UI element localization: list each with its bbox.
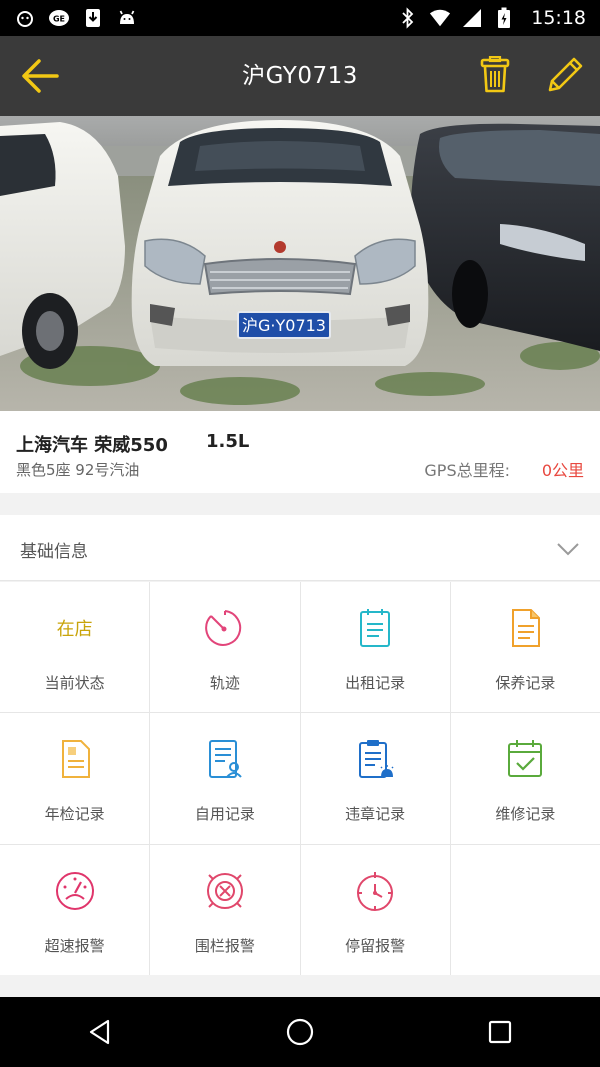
track-icon [201, 604, 249, 652]
user-list-icon [201, 735, 249, 783]
back-arrow-icon [22, 59, 59, 93]
wifi-icon [429, 7, 451, 29]
car-info: 上海汽车 荣威550 1.5L 黑色5座 92号汽油 GPS总里程: 0公里 [0, 411, 600, 493]
basic-info-header[interactable]: 基础信息 [0, 515, 600, 581]
back-button[interactable] [18, 54, 62, 98]
bluetooth-icon [397, 7, 419, 29]
feature-annual-inspection[interactable]: 年检记录 [0, 713, 150, 844]
feature-fence-alarm[interactable]: 围栏报警 [150, 844, 300, 975]
calendar-check-icon [501, 735, 549, 783]
feature-grid: 在店 当前状态 轨迹 出租记录 保养记录 年检记录 自用记录 违章记录 维修记录… [0, 582, 600, 975]
feature-label: 自用记录 [194, 805, 255, 824]
nav-recents-button[interactable] [475, 1007, 525, 1057]
feature-label: 轨迹 [209, 674, 240, 692]
delete-button[interactable] [472, 52, 518, 98]
pencil-icon [548, 57, 583, 92]
license-plate: 沪G·Y0713 [242, 316, 326, 335]
chevron-down-icon [557, 543, 579, 556]
feature-repair-records[interactable]: 维修记录 [450, 713, 600, 844]
gps-mileage-value: 0公里 [541, 461, 584, 480]
feature-label: 超速报警 [44, 936, 105, 955]
file-icon [51, 735, 99, 783]
fence-icon [201, 867, 249, 915]
status-indicator: 在店 [51, 604, 99, 652]
battery-icon [493, 7, 515, 29]
feature-track[interactable]: 轨迹 [150, 582, 300, 713]
document-icon [501, 604, 549, 652]
feature-maintenance-records[interactable]: 保养记录 [450, 582, 600, 713]
feature-personal-use[interactable]: 自用记录 [150, 713, 300, 844]
nav-home-button[interactable] [275, 1007, 325, 1057]
signal-icon [461, 7, 483, 29]
status-notifications: GE [14, 7, 138, 29]
status-system: 15:18 [397, 7, 586, 29]
feature-speeding-alarm[interactable]: 超速报警 [0, 844, 150, 975]
gmail-icon: GE [48, 7, 70, 29]
stopwatch-icon [351, 867, 399, 915]
car-photo: 沪G·Y0713 [0, 116, 600, 411]
edit-button[interactable] [542, 52, 588, 98]
feature-current-status[interactable]: 在店 当前状态 [0, 582, 150, 713]
violation-icon [351, 735, 399, 783]
status-value: 在店 [56, 619, 93, 640]
feature-label: 出租记录 [345, 674, 406, 692]
feature-label: 停留报警 [345, 936, 406, 955]
feature-label: 维修记录 [495, 805, 556, 824]
page-title: 沪GY0713 [242, 63, 358, 89]
feature-label: 年检记录 [44, 805, 105, 824]
empty-cell [450, 844, 600, 975]
speedometer-icon [51, 867, 99, 915]
feature-label: 违章记录 [345, 805, 406, 824]
svg-text:GE: GE [53, 15, 65, 24]
nav-back-button[interactable] [75, 1007, 125, 1057]
trash-icon [480, 56, 510, 93]
clipboard-icon [351, 604, 399, 652]
feature-stay-alarm[interactable]: 停留报警 [300, 844, 450, 975]
car-model: 上海汽车 荣威550 [16, 435, 168, 456]
car-engine: 1.5L [206, 431, 250, 452]
download-icon [82, 7, 104, 29]
feature-violation-records[interactable]: 违章记录 [300, 713, 450, 844]
gps-mileage-label: GPS总里程: [424, 461, 510, 480]
status-time: 15:18 [531, 7, 586, 29]
cat-icon [14, 7, 36, 29]
feature-rental-records[interactable]: 出租记录 [300, 582, 450, 713]
home-circle-icon [286, 1018, 314, 1046]
status-bar: GE 15:18 [0, 0, 600, 36]
back-triangle-icon [89, 1019, 110, 1045]
feature-label: 当前状态 [44, 674, 105, 692]
section-title: 基础信息 [20, 542, 88, 562]
system-nav-bar [0, 997, 600, 1067]
recents-square-icon [488, 1020, 512, 1044]
feature-label: 保养记录 [495, 674, 556, 692]
feature-label: 围栏报警 [194, 936, 255, 955]
android-icon [116, 7, 138, 29]
car-spec: 黑色5座 92号汽油 [16, 461, 140, 479]
app-bar: 沪GY0713 [0, 36, 600, 116]
